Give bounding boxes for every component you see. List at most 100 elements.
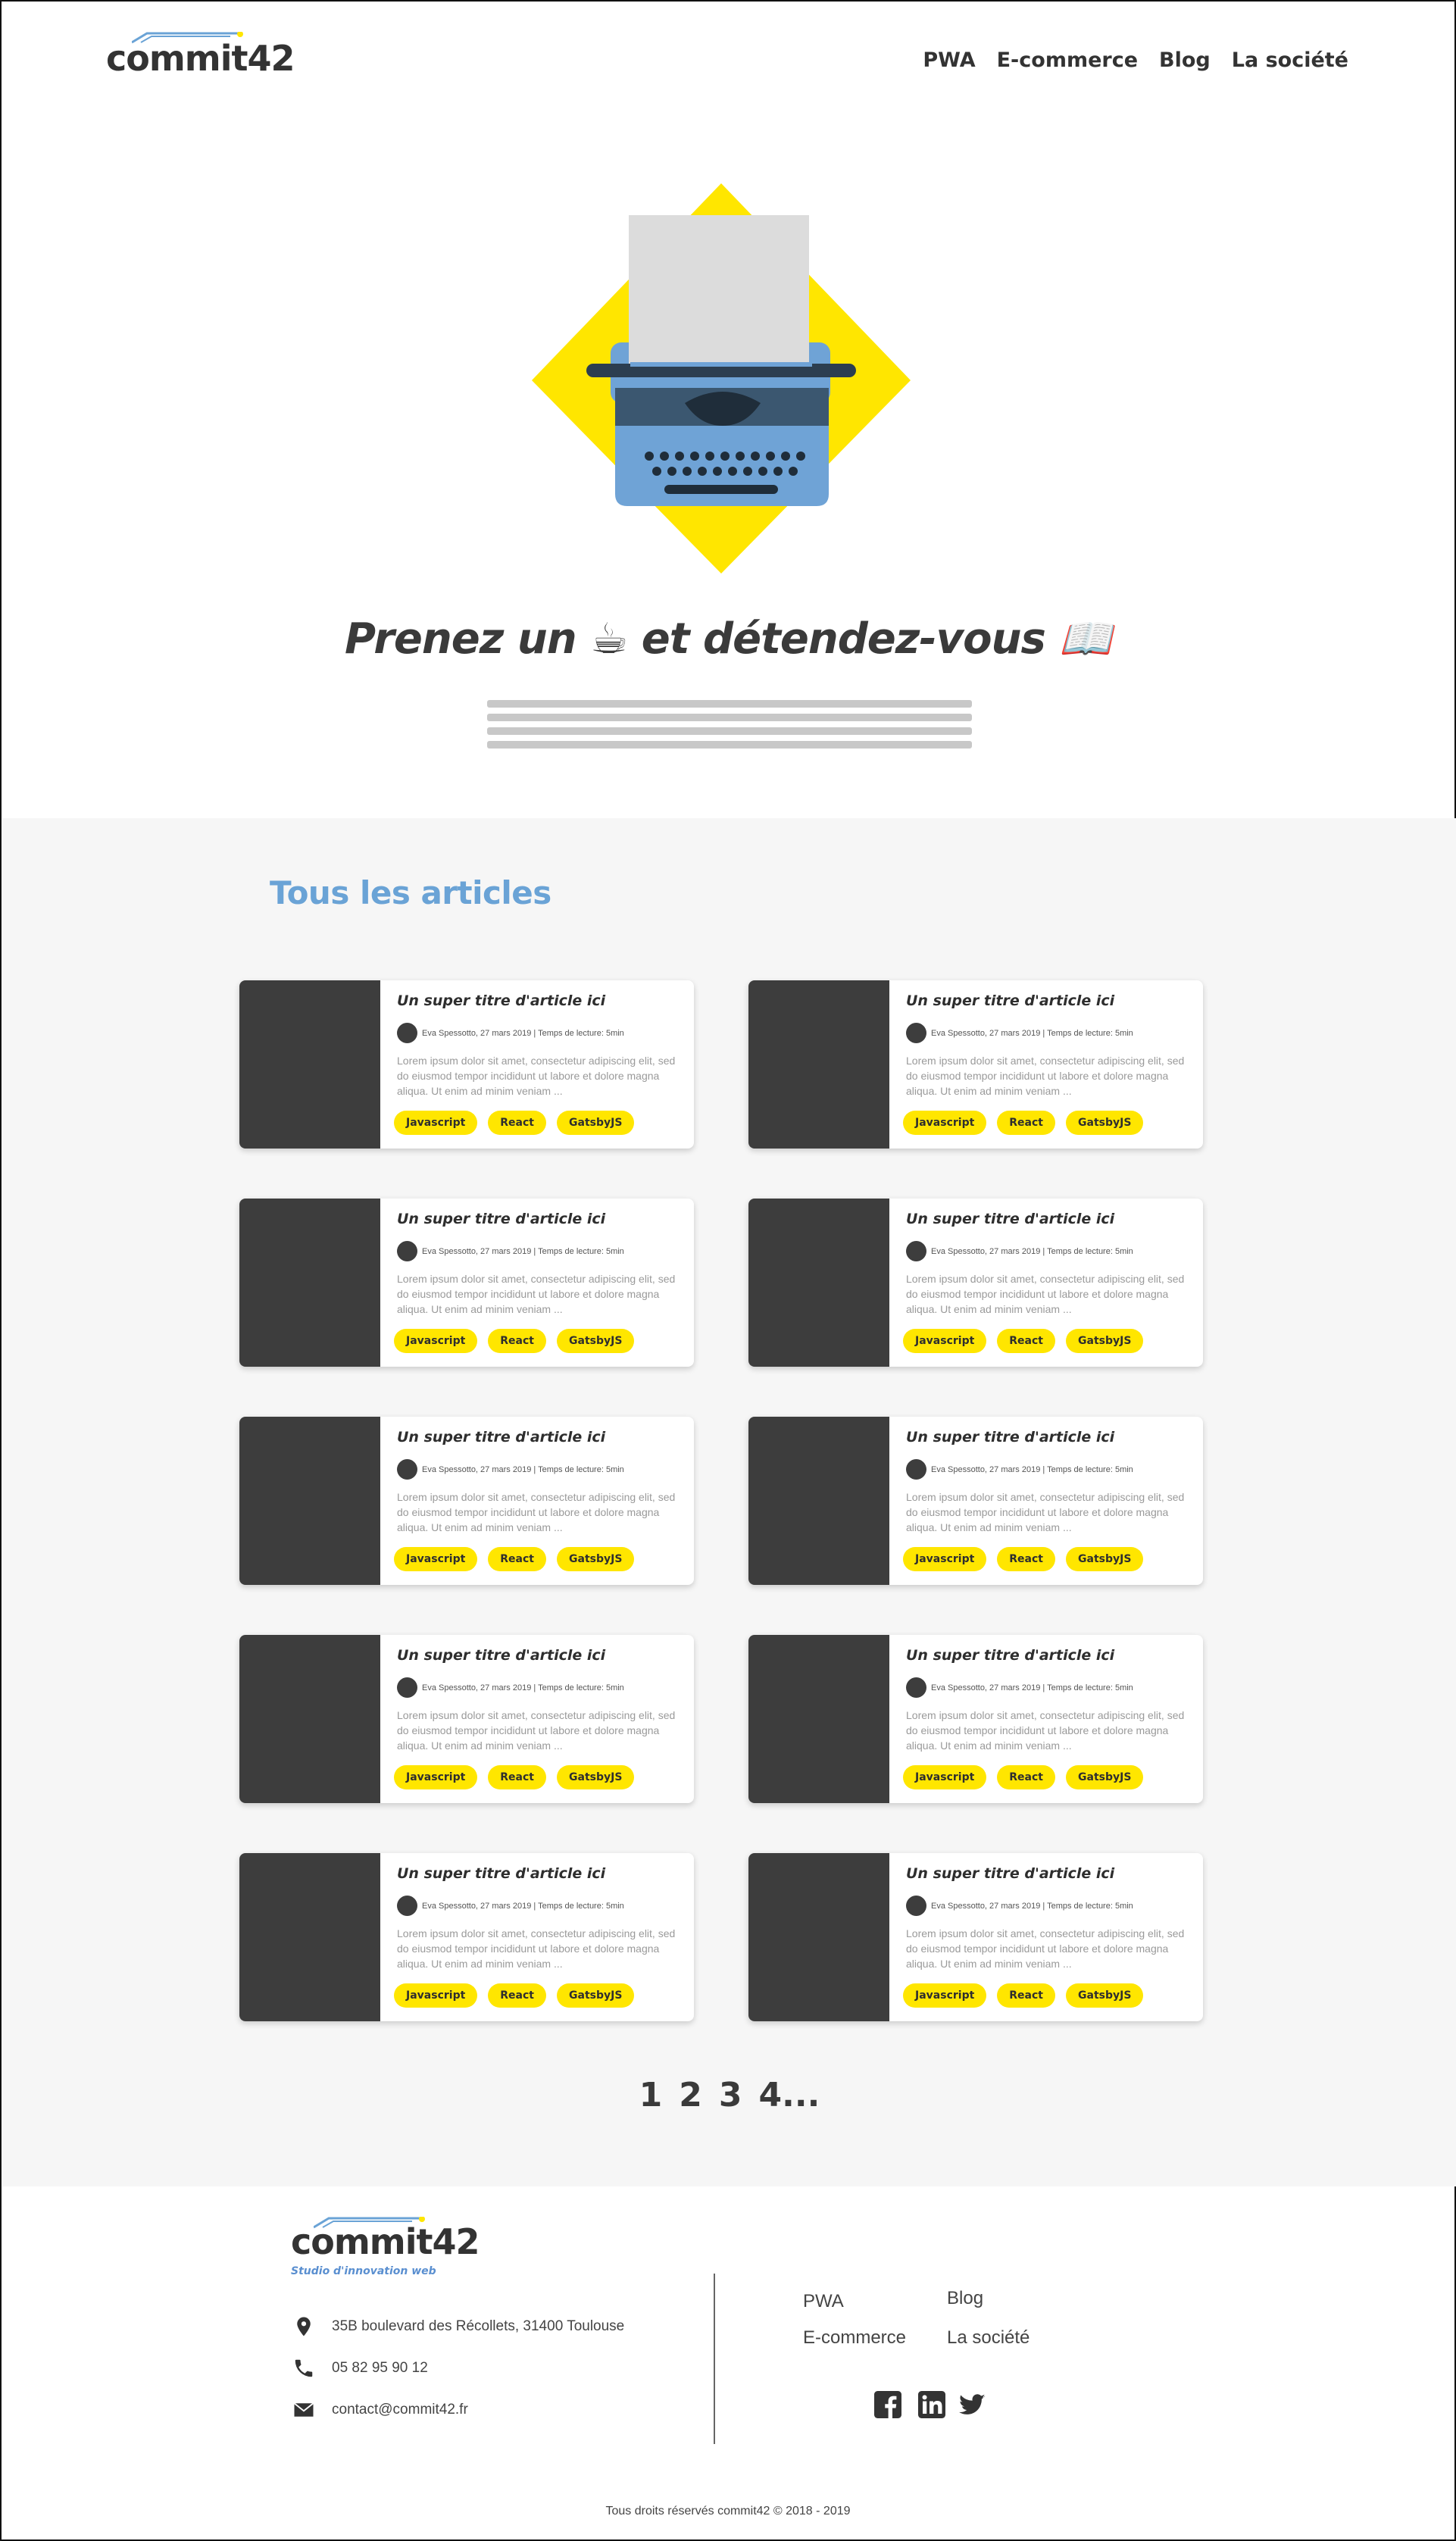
article-title[interactable]: Un super titre d'article ici bbox=[397, 1429, 605, 1446]
author-avatar bbox=[397, 1459, 417, 1480]
article-card[interactable]: Un super titre d'article ici Eva Spessott… bbox=[748, 1635, 1203, 1803]
tag-pill[interactable]: React bbox=[997, 1111, 1055, 1135]
tag-pill[interactable]: Javascript bbox=[394, 1983, 478, 2008]
article-excerpt: Lorem ipsum dolor sit amet, consectetur … bbox=[397, 1491, 676, 1533]
tag-pill[interactable]: Javascript bbox=[394, 1111, 478, 1135]
article-thumbnail[interactable] bbox=[748, 980, 889, 1149]
placeholder-line bbox=[487, 700, 972, 708]
article-thumbnail[interactable] bbox=[748, 1853, 889, 2021]
article-thumbnail[interactable] bbox=[748, 1199, 889, 1367]
logo[interactable]: commit42 bbox=[106, 32, 311, 85]
article-thumbnail[interactable] bbox=[748, 1635, 889, 1803]
article-title[interactable]: Un super titre d'article ici bbox=[397, 1647, 605, 1664]
tag-pill[interactable]: Javascript bbox=[903, 1111, 987, 1135]
tag-pill[interactable]: Javascript bbox=[394, 1547, 478, 1571]
author-avatar bbox=[397, 1677, 417, 1698]
page-link-2[interactable]: 2 bbox=[679, 2076, 702, 2114]
main-nav: PWA E-commerce Blog La société bbox=[923, 48, 1348, 72]
tag-pill[interactable]: React bbox=[997, 1329, 1055, 1353]
footer-link-pwa[interactable]: PWA bbox=[803, 2291, 844, 2312]
linkedin-icon[interactable] bbox=[918, 2391, 945, 2418]
article-card[interactable]: Un super titre d'article ici Eva Spessott… bbox=[748, 980, 1203, 1149]
nav-blog[interactable]: Blog bbox=[1159, 48, 1211, 72]
footer-divider bbox=[714, 2274, 715, 2444]
article-meta: Eva Spessotto, 27 mars 2019 | Temps de l… bbox=[906, 1459, 1133, 1480]
article-thumbnail[interactable] bbox=[239, 1417, 380, 1585]
tag-pill[interactable]: GatsbyJS bbox=[557, 1765, 635, 1789]
nav-ecommerce[interactable]: E-commerce bbox=[997, 48, 1138, 72]
nav-societe[interactable]: La société bbox=[1232, 48, 1348, 72]
article-excerpt: Lorem ipsum dolor sit amet, consectetur … bbox=[397, 1927, 676, 1970]
tag-pill[interactable]: Javascript bbox=[394, 1765, 478, 1789]
twitter-icon[interactable] bbox=[959, 2391, 986, 2418]
article-excerpt: Lorem ipsum dolor sit amet, consectetur … bbox=[397, 1273, 676, 1315]
article-title[interactable]: Un super titre d'article ici bbox=[906, 1647, 1114, 1664]
article-thumbnail[interactable] bbox=[748, 1417, 889, 1585]
footer-logo[interactable]: commit42 Studio d'innovation web bbox=[291, 2217, 518, 2277]
tag-pill[interactable]: React bbox=[488, 1765, 546, 1789]
page-link-more[interactable]: 4... bbox=[759, 2076, 820, 2114]
article-title[interactable]: Un super titre d'article ici bbox=[397, 1865, 605, 1882]
article-title[interactable]: Un super titre d'article ici bbox=[906, 1429, 1114, 1446]
tag-pill[interactable]: React bbox=[488, 1983, 546, 2008]
article-card[interactable]: Un super titre d'article ici Eva Spessott… bbox=[239, 1199, 694, 1367]
tag-pill[interactable]: GatsbyJS bbox=[557, 1547, 635, 1571]
article-title[interactable]: Un super titre d'article ici bbox=[397, 1211, 605, 1227]
tag-pill[interactable]: GatsbyJS bbox=[1066, 1111, 1144, 1135]
article-meta: Eva Spessotto, 27 mars 2019 | Temps de l… bbox=[906, 1677, 1133, 1698]
article-card[interactable]: Un super titre d'article ici Eva Spessott… bbox=[239, 1853, 694, 2021]
article-excerpt: Lorem ipsum dolor sit amet, consectetur … bbox=[397, 1709, 676, 1752]
tag-pill[interactable]: Javascript bbox=[903, 1329, 987, 1353]
article-excerpt: Lorem ipsum dolor sit amet, consectetur … bbox=[397, 1055, 676, 1097]
tag-pill[interactable]: GatsbyJS bbox=[557, 1111, 635, 1135]
tag-pill[interactable]: Javascript bbox=[903, 1983, 987, 2008]
email-text[interactable]: contact@commit42.fr bbox=[332, 2402, 468, 2418]
article-card[interactable]: Un super titre d'article ici Eva Spessott… bbox=[239, 1417, 694, 1585]
article-thumbnail[interactable] bbox=[239, 980, 380, 1149]
tag-pill[interactable]: React bbox=[488, 1547, 546, 1571]
tag-pill[interactable]: GatsbyJS bbox=[1066, 1547, 1144, 1571]
article-card[interactable]: Un super titre d'article ici Eva Spessott… bbox=[748, 1199, 1203, 1367]
facebook-icon[interactable] bbox=[874, 2391, 901, 2418]
tag-pill[interactable]: React bbox=[997, 1547, 1055, 1571]
article-card[interactable]: Un super titre d'article ici Eva Spessott… bbox=[239, 980, 694, 1149]
tag-pill[interactable]: React bbox=[488, 1111, 546, 1135]
article-meta-text: Eva Spessotto, 27 mars 2019 | Temps de l… bbox=[931, 1464, 1133, 1474]
article-title[interactable]: Un super titre d'article ici bbox=[906, 1211, 1114, 1227]
phone-text[interactable]: 05 82 95 90 12 bbox=[332, 2360, 428, 2377]
tag-pill[interactable]: GatsbyJS bbox=[557, 1329, 635, 1353]
article-card[interactable]: Un super titre d'article ici Eva Spessott… bbox=[239, 1635, 694, 1803]
contact-phone: 05 82 95 90 12 bbox=[292, 2357, 428, 2380]
tag-pill[interactable]: Javascript bbox=[903, 1547, 987, 1571]
author-avatar bbox=[397, 1023, 417, 1043]
article-title[interactable]: Un super titre d'article ici bbox=[397, 992, 605, 1009]
nav-pwa[interactable]: PWA bbox=[923, 48, 975, 72]
article-title[interactable]: Un super titre d'article ici bbox=[906, 992, 1114, 1009]
article-card[interactable]: Un super titre d'article ici Eva Spessott… bbox=[748, 1853, 1203, 2021]
article-title[interactable]: Un super titre d'article ici bbox=[906, 1865, 1114, 1882]
footer-link-societe[interactable]: La société bbox=[947, 2327, 1030, 2349]
tag-pill[interactable]: GatsbyJS bbox=[557, 1983, 635, 2008]
tag-pill[interactable]: React bbox=[997, 1765, 1055, 1789]
article-card[interactable]: Un super titre d'article ici Eva Spessott… bbox=[748, 1417, 1203, 1585]
article-meta: Eva Spessotto, 27 mars 2019 | Temps de l… bbox=[397, 1241, 624, 1261]
footer-link-ecommerce[interactable]: E-commerce bbox=[803, 2327, 906, 2349]
tag-pill[interactable]: React bbox=[997, 1983, 1055, 2008]
tag-pill[interactable]: GatsbyJS bbox=[1066, 1765, 1144, 1789]
page-link-1[interactable]: 1 bbox=[639, 2076, 663, 2114]
tag-pill[interactable]: React bbox=[488, 1329, 546, 1353]
footer-link-blog[interactable]: Blog bbox=[947, 2288, 983, 2309]
article-tags: Javascript React GatsbyJS bbox=[903, 1983, 1144, 2008]
tag-pill[interactable]: GatsbyJS bbox=[1066, 1983, 1144, 2008]
article-thumbnail[interactable] bbox=[239, 1199, 380, 1367]
hero-text-placeholder bbox=[487, 700, 972, 755]
tag-pill[interactable]: Javascript bbox=[903, 1765, 987, 1789]
author-avatar bbox=[906, 1241, 926, 1261]
article-thumbnail[interactable] bbox=[239, 1635, 380, 1803]
article-meta: Eva Spessotto, 27 mars 2019 | Temps de l… bbox=[397, 1896, 624, 1916]
article-thumbnail[interactable] bbox=[239, 1853, 380, 2021]
page-link-3[interactable]: 3 bbox=[719, 2076, 742, 2114]
tag-pill[interactable]: GatsbyJS bbox=[1066, 1329, 1144, 1353]
article-meta-text: Eva Spessotto, 27 mars 2019 | Temps de l… bbox=[422, 1246, 624, 1256]
tag-pill[interactable]: Javascript bbox=[394, 1329, 478, 1353]
